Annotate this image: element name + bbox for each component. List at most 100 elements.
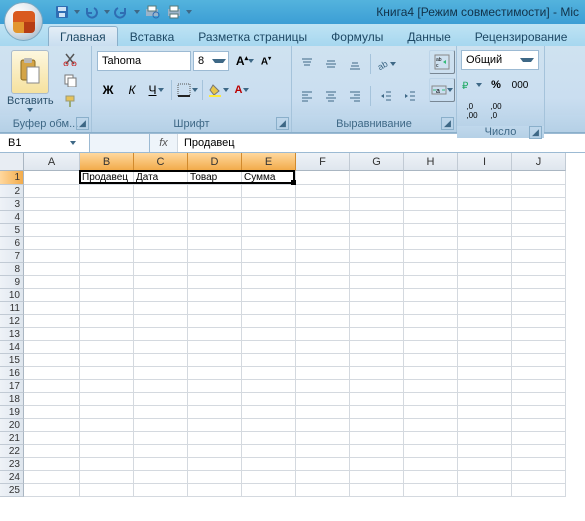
cell[interactable] [24, 393, 80, 406]
cell[interactable] [350, 471, 404, 484]
cell[interactable] [80, 237, 134, 250]
cell[interactable] [134, 289, 188, 302]
save-icon[interactable] [52, 3, 72, 21]
row-header[interactable]: 1 [0, 171, 24, 185]
cell[interactable] [80, 445, 134, 458]
row-header[interactable]: 14 [0, 341, 24, 354]
cell[interactable] [80, 211, 134, 224]
cell[interactable] [458, 380, 512, 393]
cell[interactable] [24, 367, 80, 380]
orientation-icon[interactable]: ab [375, 53, 397, 75]
italic-button[interactable]: К [121, 79, 143, 101]
cell[interactable] [458, 289, 512, 302]
cell[interactable] [242, 198, 296, 211]
font-size-dropdown[interactable] [193, 51, 229, 71]
cell[interactable] [458, 393, 512, 406]
cell[interactable] [296, 471, 350, 484]
undo-icon[interactable] [82, 3, 102, 21]
cell[interactable] [134, 458, 188, 471]
print-preview-icon[interactable] [142, 3, 162, 21]
fx-icon[interactable]: fx [150, 134, 178, 152]
cell[interactable] [404, 171, 458, 185]
cell[interactable] [296, 289, 350, 302]
cell[interactable] [512, 315, 566, 328]
cell[interactable] [512, 211, 566, 224]
align-bottom-icon[interactable] [344, 53, 366, 75]
cell[interactable] [458, 484, 512, 497]
cell[interactable]: Продавец [80, 171, 134, 185]
row-header[interactable]: 24 [0, 471, 24, 484]
cell[interactable] [24, 211, 80, 224]
shrink-font-icon[interactable]: A▾ [255, 50, 277, 72]
name-box[interactable] [0, 134, 90, 152]
cell[interactable] [512, 302, 566, 315]
cell[interactable] [512, 341, 566, 354]
cell[interactable] [242, 276, 296, 289]
cell[interactable] [242, 432, 296, 445]
cell[interactable]: Дата [134, 171, 188, 185]
cell[interactable] [242, 315, 296, 328]
cell[interactable] [242, 380, 296, 393]
cell[interactable] [242, 354, 296, 367]
align-center-icon[interactable] [320, 85, 342, 107]
cell[interactable] [512, 250, 566, 263]
font-color-button[interactable]: A [231, 79, 253, 101]
align-top-icon[interactable] [296, 53, 318, 75]
cell[interactable] [188, 458, 242, 471]
cell[interactable] [296, 302, 350, 315]
cell[interactable] [80, 406, 134, 419]
cell[interactable] [242, 458, 296, 471]
chevron-down-icon[interactable] [74, 10, 80, 14]
cell[interactable] [80, 458, 134, 471]
cell[interactable] [296, 185, 350, 198]
cell[interactable] [24, 289, 80, 302]
cell[interactable] [242, 302, 296, 315]
row-header[interactable]: 13 [0, 328, 24, 341]
name-box-input[interactable] [0, 137, 70, 149]
decrease-decimal-icon[interactable]: ,00,0 [485, 100, 507, 122]
cell[interactable] [80, 198, 134, 211]
cell[interactable] [242, 185, 296, 198]
column-header[interactable]: H [404, 153, 458, 171]
cell[interactable] [242, 367, 296, 380]
cell[interactable] [458, 432, 512, 445]
column-header[interactable]: B [80, 153, 134, 171]
dialog-launcher-icon[interactable]: ◢ [529, 126, 542, 139]
cell[interactable] [80, 419, 134, 432]
row-header[interactable]: 21 [0, 432, 24, 445]
row-header[interactable]: 10 [0, 289, 24, 302]
cell[interactable] [80, 302, 134, 315]
cell[interactable] [404, 328, 458, 341]
cell[interactable] [188, 367, 242, 380]
cell[interactable] [350, 198, 404, 211]
cell[interactable] [134, 341, 188, 354]
cell[interactable] [404, 367, 458, 380]
accounting-format-icon[interactable]: ₽ [461, 74, 483, 96]
row-header[interactable]: 5 [0, 224, 24, 237]
cell[interactable] [134, 302, 188, 315]
cell[interactable] [188, 289, 242, 302]
cell[interactable] [24, 237, 80, 250]
number-format-dropdown[interactable] [461, 50, 539, 70]
tab-рецензирование[interactable]: Рецензирование [463, 26, 580, 46]
cell[interactable] [350, 406, 404, 419]
percent-style-icon[interactable]: % [485, 74, 507, 96]
cell[interactable] [134, 211, 188, 224]
cell[interactable] [134, 315, 188, 328]
cell[interactable] [512, 471, 566, 484]
chevron-down-icon[interactable] [134, 10, 140, 14]
comma-style-icon[interactable]: 000 [509, 74, 531, 96]
cell[interactable] [512, 380, 566, 393]
increase-indent-icon[interactable] [399, 85, 421, 107]
cell[interactable] [24, 484, 80, 497]
cell[interactable] [458, 458, 512, 471]
redo-icon[interactable] [112, 3, 132, 21]
paste-button[interactable] [11, 50, 49, 94]
cell[interactable] [24, 224, 80, 237]
cell[interactable] [296, 263, 350, 276]
cell[interactable] [296, 458, 350, 471]
cell[interactable] [24, 380, 80, 393]
cell[interactable] [512, 445, 566, 458]
fill-color-button[interactable] [207, 79, 229, 101]
cell[interactable] [458, 367, 512, 380]
